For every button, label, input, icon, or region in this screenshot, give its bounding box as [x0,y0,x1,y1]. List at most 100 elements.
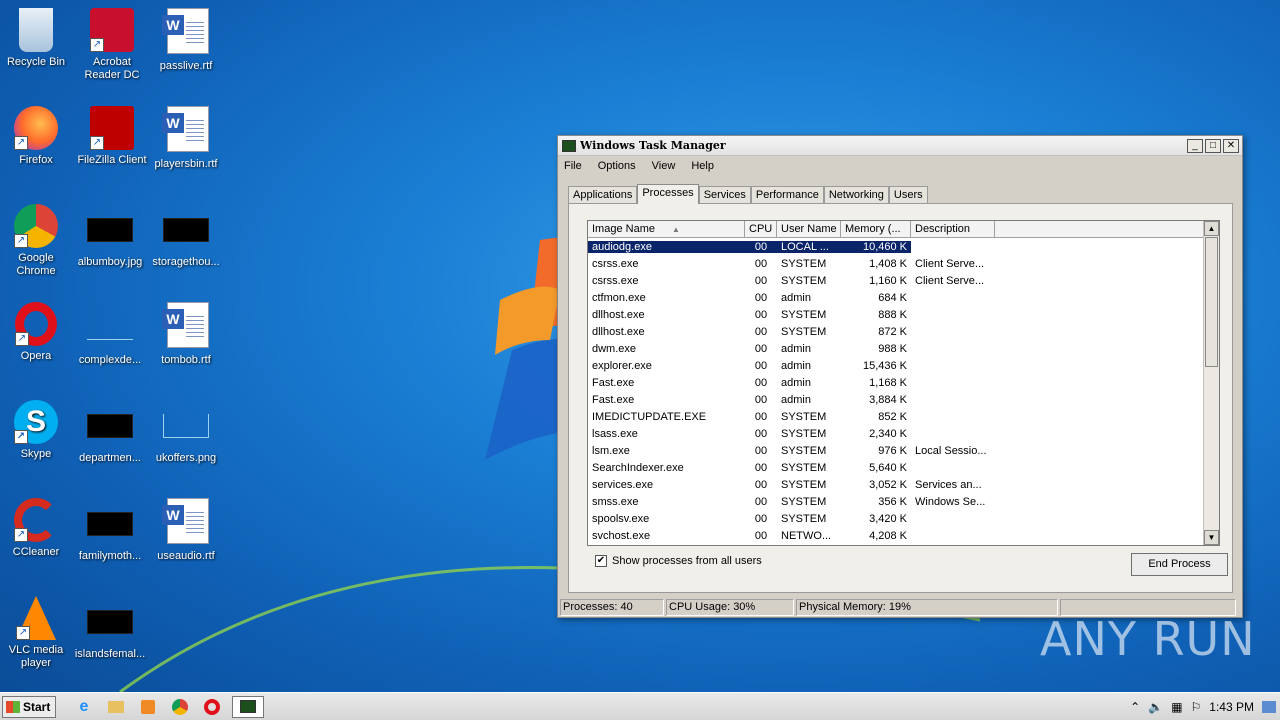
desktop-icon-departmen[interactable]: departmen... [72,400,148,492]
column-header-description[interactable]: Description [911,221,995,237]
desktop-icon-ukoffers[interactable]: ukoffers.png [148,400,224,492]
task-manager-window[interactable]: Windows Task Manager _ □ ✕ File Options … [557,135,1243,618]
vertical-scrollbar[interactable]: ▲ ▼ [1203,221,1219,545]
process-row[interactable]: dllhost.exe 00 SYSTEM 888 K [588,306,1219,323]
acrobat-icon: ↗ [90,8,134,52]
checkbox-checked-icon[interactable]: ✔ [595,555,607,567]
tab-performance[interactable]: Performance [750,186,824,204]
show-hidden-icons-icon[interactable]: ⌃ [1130,700,1140,714]
desktop-icon-albumboy[interactable]: albumboy.jpg [72,204,148,296]
process-row[interactable]: SearchIndexer.exe 00 SYSTEM 5,640 K [588,459,1219,476]
process-row[interactable]: audiodg.exe 00 LOCAL ... 10,460 K [588,238,1219,255]
process-user: SYSTEM [781,478,827,491]
column-header-memory[interactable]: Memory (... [841,221,911,237]
tab-services[interactable]: Services [698,186,751,204]
show-desktop-button[interactable] [1262,701,1276,713]
title-bar[interactable]: Windows Task Manager _ □ ✕ [558,136,1242,156]
column-header-image-name[interactable]: Image Name ▲ [588,221,745,237]
media-player-icon[interactable] [136,696,160,718]
process-user: admin [781,359,811,372]
tab-networking[interactable]: Networking [823,186,889,204]
process-user: SYSTEM [781,461,827,474]
process-row[interactable]: dllhost.exe 00 SYSTEM 872 K [588,323,1219,340]
desktop-icon-complexde[interactable]: complexde... [72,302,148,394]
process-row[interactable]: csrss.exe 00 SYSTEM 1,160 K Client Serve... [588,272,1219,289]
close-button[interactable]: ✕ [1223,138,1239,153]
task-manager-taskbar-icon[interactable] [232,695,264,718]
desktop-icon-familymoth[interactable]: familymoth... [72,498,148,590]
process-row[interactable]: Fast.exe 00 admin 3,884 K [588,391,1219,408]
process-cpu: 00 [754,529,768,542]
process-row[interactable]: smss.exe 00 SYSTEM 356 K Windows Se... [588,493,1219,510]
scroll-thumb[interactable] [1205,237,1218,367]
minimize-button[interactable]: _ [1187,138,1203,153]
desktop-icon-skype[interactable]: S ↗ Skype [0,400,74,492]
process-row[interactable]: services.exe 00 SYSTEM 3,052 K Services an..… [588,476,1219,493]
opera-taskbar-icon[interactable] [200,696,224,718]
menu-file[interactable]: File [562,160,584,172]
scroll-down-button[interactable]: ▼ [1204,530,1219,545]
desktop-icon-firefox[interactable]: ↗ Firefox [0,106,74,198]
process-name: dwm.exe [592,342,637,355]
file-explorer-icon[interactable] [104,696,128,718]
show-all-users-checkbox[interactable]: ✔ Show processes from all users [595,555,762,567]
process-row[interactable]: explorer.exe 00 admin 15,436 K [588,357,1219,374]
process-row[interactable]: lsass.exe 00 SYSTEM 2,340 K [588,425,1219,442]
process-row[interactable]: csrss.exe 00 SYSTEM 1,408 K Client Serve... [588,255,1219,272]
desktop-icon-opera[interactable]: ↗ Opera [0,302,74,394]
process-row[interactable]: spoolsv.exe 00 SYSTEM 3,420 K [588,510,1219,527]
network-icon[interactable]: ▦ [1171,700,1182,714]
internet-explorer-icon[interactable]: e [72,696,96,718]
desktop-icon-ccleaner[interactable]: ↗ CCleaner [0,498,74,590]
tab-users[interactable]: Users [888,186,928,204]
process-row[interactable]: ctfmon.exe 00 admin 684 K [588,289,1219,306]
task-manager-icon [562,139,576,152]
tab-applications[interactable]: Applications [568,186,638,204]
processes-panel: Image Name ▲ CPU User Name Memory (... D… [568,203,1233,593]
process-memory: 4,208 K [869,529,907,542]
process-user: SYSTEM [781,274,827,287]
desktop-icon-recycle-bin[interactable]: Recycle Bin [0,8,74,100]
menu-view[interactable]: View [650,160,678,172]
desktop-icon-tombob[interactable]: W tombob.rtf [148,302,224,394]
opera-icon: ↗ [15,302,57,346]
process-row[interactable]: dwm.exe 00 admin 988 K [588,340,1219,357]
desktop-icon-filezilla[interactable]: ↗ FileZilla Client [74,106,150,198]
volume-icon[interactable]: 🔈 [1148,700,1163,714]
image-thumbnail [163,218,209,242]
chrome-taskbar-icon[interactable] [168,696,192,718]
end-process-button[interactable]: End Process [1131,553,1228,576]
desktop-icon-acrobat[interactable]: ↗ Acrobat Reader DC [74,8,150,100]
process-row[interactable]: lsm.exe 00 SYSTEM 976 K Local Sessio... [588,442,1219,459]
action-center-flag-icon[interactable]: ⚐ [1191,700,1202,714]
desktop-icon-useaudio[interactable]: W useaudio.rtf [148,498,224,590]
process-list[interactable]: Image Name ▲ CPU User Name Memory (... D… [587,220,1220,546]
menu-help[interactable]: Help [689,160,716,172]
process-cpu: 00 [754,257,768,270]
process-row[interactable]: Fast.exe 00 admin 1,168 K [588,374,1219,391]
desktop-icon-vlc[interactable]: ↗ VLC media player [0,596,74,688]
process-cpu: 00 [754,359,768,372]
menu-options[interactable]: Options [596,160,638,172]
desktop-icon-label: Google Chrome [16,252,56,277]
process-name: Fast.exe [592,376,635,389]
process-description: Client Serve... [915,257,985,270]
clock[interactable]: 1:43 PM [1209,700,1254,714]
desktop-icon-passlive[interactable]: W passlive.rtf [148,8,224,100]
column-header-cpu[interactable]: CPU [745,221,777,237]
desktop-icon-playersbin[interactable]: W playersbin.rtf [148,106,224,198]
start-button[interactable]: Start [2,695,56,718]
scroll-up-button[interactable]: ▲ [1204,221,1219,236]
desktop-icon-storagethou[interactable]: storagethou... [148,204,224,296]
column-header-user-name[interactable]: User Name [777,221,841,237]
maximize-button[interactable]: □ [1205,138,1221,153]
word-document-icon: W [162,302,209,348]
process-row[interactable]: svchost.exe 00 NETWO... 4,208 K [588,527,1219,544]
process-user: SYSTEM [781,495,827,508]
desktop-icon-islandsfemal[interactable]: islandsfemal... [72,596,148,688]
desktop-icon-label: Opera [20,350,52,362]
desktop-icon-chrome[interactable]: ↗ Google Chrome [0,204,74,296]
skype-icon: S ↗ [14,400,58,444]
process-row[interactable]: IMEDICTUPDATE.EXE 00 SYSTEM 852 K [588,408,1219,425]
tab-processes[interactable]: Processes [637,184,699,204]
